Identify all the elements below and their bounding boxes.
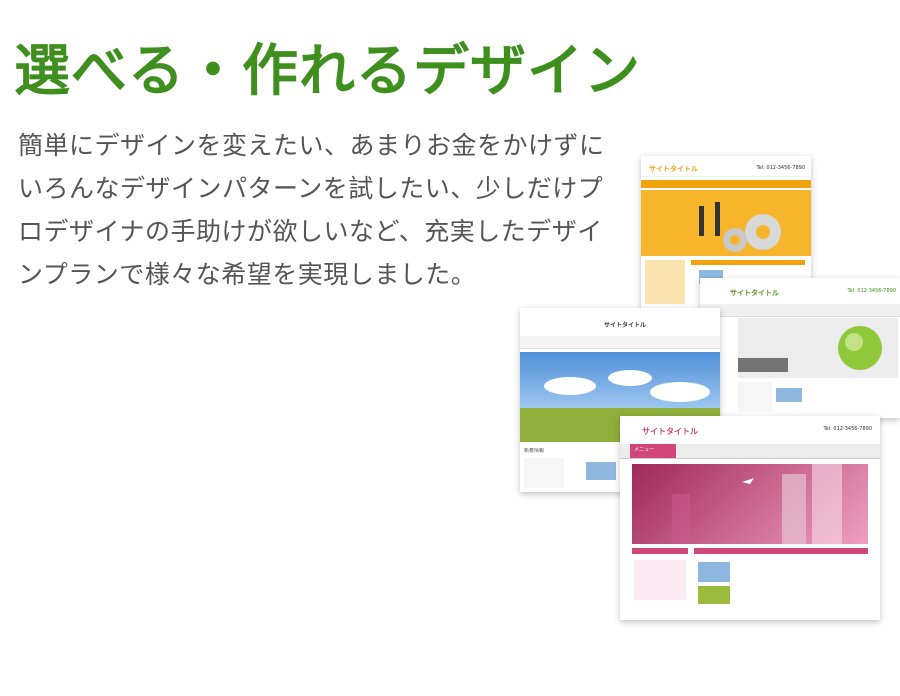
template-white-phone: Tel: 012-3456-7890 (847, 288, 896, 294)
template-pink-preview: サイトタイトル Tel: 012-3456-7890 メニュー (620, 416, 880, 620)
template-white-preview: サイトタイトル Tel: 012-3456-7890 (700, 278, 900, 418)
template-orange-site-title: サイトタイトル (649, 165, 698, 173)
intro-paragraph: 簡単にデザインを変えたい、あまりお金をかけずにいろんなデザインパターンを試したい… (18, 131, 605, 289)
gears-illustration (699, 202, 781, 252)
template-pink-site-title: サイトタイトル (642, 427, 698, 436)
template-orange-phone: Tel: 012-3456-7890 (756, 165, 805, 171)
template-white-site-title: サイトタイトル (730, 289, 779, 297)
template-pink-menu: メニュー (634, 447, 655, 453)
globe-icon (838, 326, 882, 370)
city-buildings-image (672, 464, 842, 544)
template-sky-sidebar-label: 新着情報 (524, 448, 545, 454)
template-sky-site-title: サイトタイトル (604, 322, 647, 329)
page-heading: 選べる・作れるデザイン (14, 38, 641, 104)
template-pink-phone: Tel: 012-3456-7890 (823, 426, 872, 432)
